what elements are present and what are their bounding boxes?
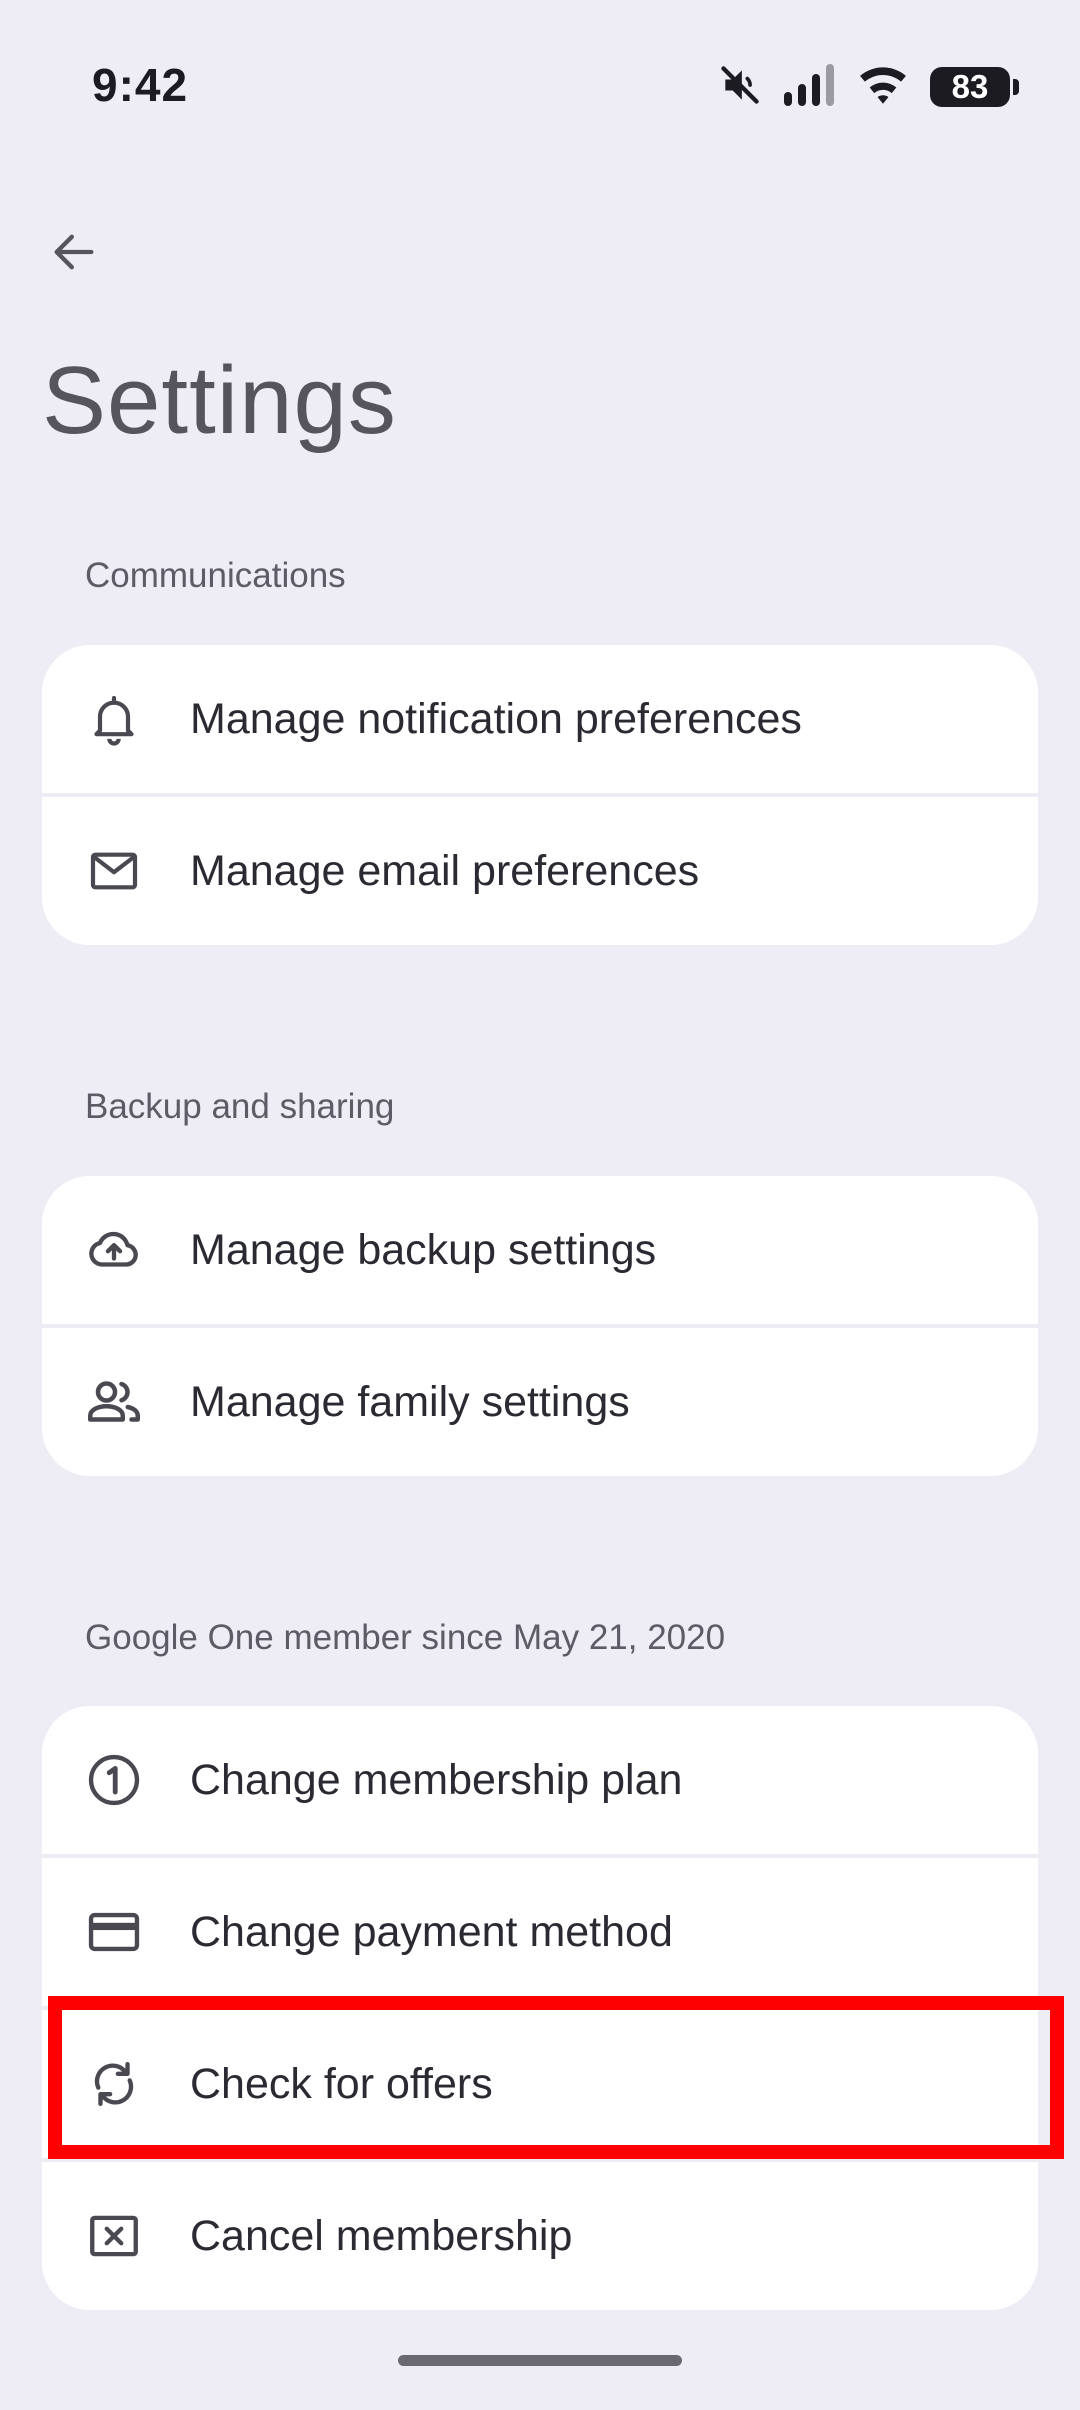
people-icon bbox=[82, 1370, 146, 1434]
section-label-backup-and-sharing: Backup and sharing bbox=[85, 1087, 395, 1126]
change-payment-method-item[interactable]: Change payment method bbox=[42, 1854, 1038, 2006]
check-for-offers-item[interactable]: Check for offers bbox=[42, 2006, 1038, 2158]
membership-card: Change membership plan Change payment me… bbox=[42, 1706, 1038, 2310]
cancel-membership-item[interactable]: Cancel membership bbox=[42, 2158, 1038, 2310]
status-icons: 83 bbox=[718, 62, 1019, 112]
battery-level: 83 bbox=[951, 68, 989, 105]
back-button[interactable] bbox=[44, 222, 104, 282]
cancel-box-icon bbox=[82, 2204, 146, 2268]
item-label: Manage notification preferences bbox=[190, 694, 802, 743]
manage-family-settings-item[interactable]: Manage family settings bbox=[42, 1324, 1038, 1476]
battery-icon: 83 bbox=[930, 67, 1019, 107]
item-label: Manage backup settings bbox=[190, 1225, 657, 1274]
page-title: Settings bbox=[42, 347, 397, 454]
manage-email-preferences-item[interactable]: Manage email preferences bbox=[42, 793, 1038, 945]
item-label: Check for offers bbox=[190, 2059, 493, 2108]
communications-card: Manage notification preferences Manage e… bbox=[42, 645, 1038, 945]
manage-notification-preferences-item[interactable]: Manage notification preferences bbox=[42, 645, 1038, 793]
cloud-upload-icon bbox=[82, 1218, 146, 1282]
section-label-communications: Communications bbox=[85, 556, 346, 595]
arrow-left-icon bbox=[54, 234, 94, 270]
wifi-icon bbox=[858, 64, 908, 111]
manage-backup-settings-item[interactable]: Manage backup settings bbox=[42, 1176, 1038, 1324]
home-indicator[interactable] bbox=[398, 2355, 682, 2366]
item-label: Change payment method bbox=[190, 1907, 673, 1956]
bell-icon bbox=[82, 687, 146, 751]
status-bar: 9:42 83 bbox=[0, 0, 1080, 175]
section-label-membership: Google One member since May 21, 2020 bbox=[85, 1618, 726, 1657]
signal-icon bbox=[784, 63, 836, 111]
item-label: Cancel membership bbox=[190, 2211, 573, 2260]
plan-one-icon bbox=[82, 1748, 146, 1812]
item-label: Manage family settings bbox=[190, 1377, 630, 1426]
status-time: 9:42 bbox=[92, 59, 189, 111]
mail-icon bbox=[82, 839, 146, 903]
item-label: Change membership plan bbox=[190, 1755, 683, 1804]
change-membership-plan-item[interactable]: Change membership plan bbox=[42, 1706, 1038, 1854]
backup-and-sharing-card: Manage backup settings Manage family set… bbox=[42, 1176, 1038, 1476]
item-label: Manage email preferences bbox=[190, 846, 700, 895]
sync-icon bbox=[82, 2052, 146, 2116]
mute-icon bbox=[718, 63, 762, 112]
credit-card-icon bbox=[82, 1900, 146, 1964]
